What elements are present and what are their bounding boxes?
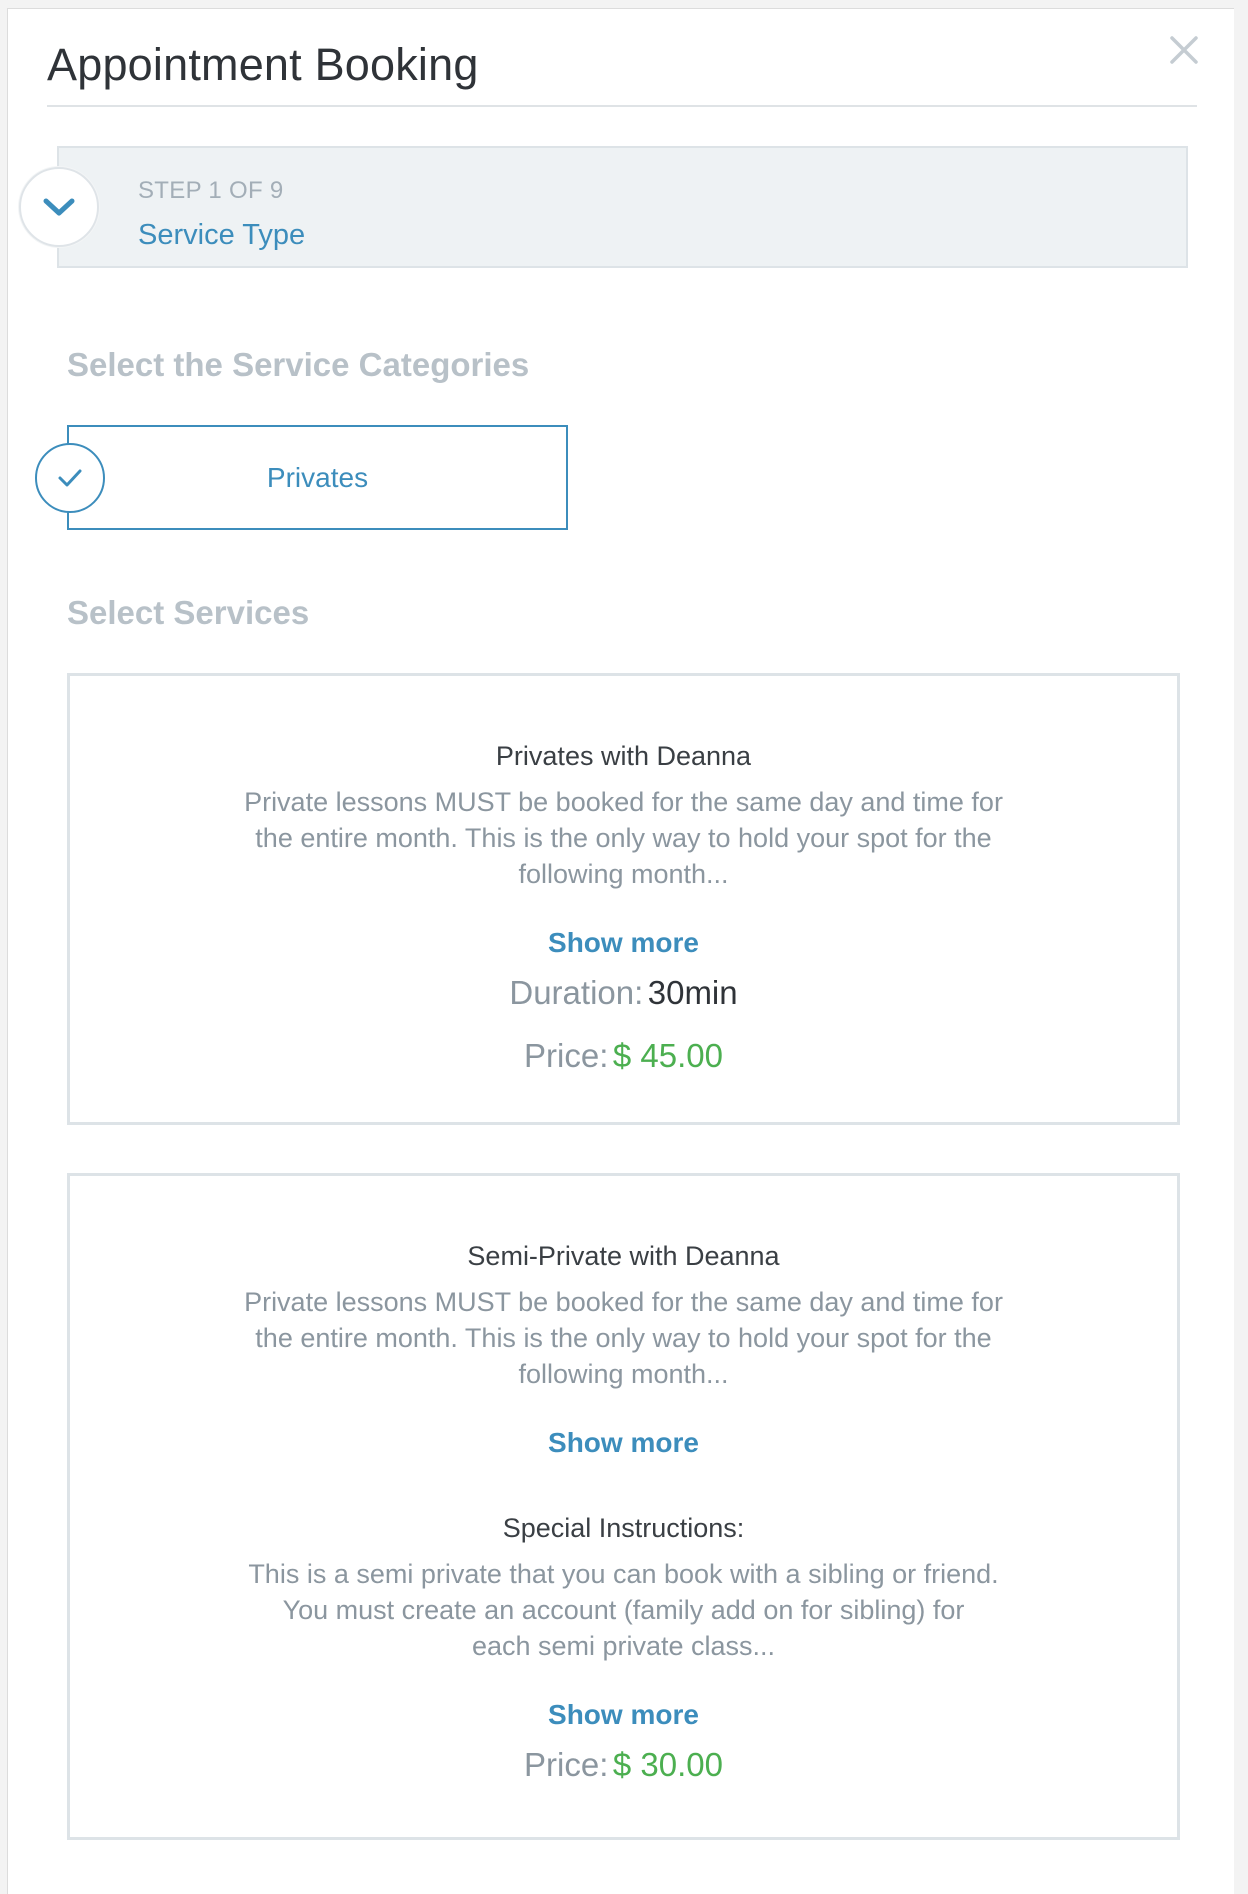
appointment-booking-modal: Appointment Booking STEP 1 OF 9 Service … xyxy=(7,8,1248,1894)
close-button[interactable] xyxy=(1163,29,1205,71)
special-instructions-label: Special Instructions: xyxy=(502,1513,745,1543)
modal-title: Appointment Booking xyxy=(47,39,479,90)
description-line: Private lessons MUST be booked for the s… xyxy=(244,1287,1003,1317)
price-label: Price: xyxy=(524,1037,609,1074)
header-divider xyxy=(47,105,1197,107)
category-privates[interactable]: Privates xyxy=(67,425,568,530)
duration-value: 30min xyxy=(647,974,738,1011)
chevron-down-icon xyxy=(43,198,75,216)
duration-label: Duration: xyxy=(509,974,644,1011)
service-categories-heading: Select the Service Categories xyxy=(67,346,530,383)
price-label: Price: xyxy=(524,1746,609,1783)
step-toggle-button[interactable] xyxy=(19,167,99,247)
check-icon xyxy=(58,469,82,487)
price-value: $ 30.00 xyxy=(612,1746,723,1783)
page-scrollbar[interactable] xyxy=(1234,8,1248,1894)
close-icon xyxy=(1170,36,1198,64)
price-value: $ 45.00 xyxy=(612,1037,723,1074)
description-line: following month... xyxy=(518,1359,729,1389)
step-count: STEP 1 OF 9 xyxy=(138,177,284,204)
special-instructions-text: This is a semi private that you can book… xyxy=(70,1556,1177,1664)
step-name: Service Type xyxy=(138,219,306,251)
description-line: Private lessons MUST be booked for the s… xyxy=(244,787,1003,817)
category-selected-indicator xyxy=(35,443,105,513)
service-card-semi-private[interactable]: Semi-Private with Deanna Private lessons… xyxy=(67,1173,1180,1840)
service-description: Private lessons MUST be booked for the s… xyxy=(70,784,1177,892)
service-description: Private lessons MUST be booked for the s… xyxy=(70,1284,1177,1392)
service-name: Semi-Private with Deanna xyxy=(467,1241,780,1271)
category-label: Privates xyxy=(266,461,369,493)
special-line: each semi private class... xyxy=(471,1631,776,1661)
show-more-link[interactable]: Show more xyxy=(548,1427,699,1458)
price-row: Price: $ 30.00 xyxy=(70,1746,1177,1784)
services-heading: Select Services xyxy=(67,594,310,631)
duration-row: Duration: 30min xyxy=(70,974,1177,1012)
service-card-privates[interactable]: Privates with Deanna Private lessons MUS… xyxy=(67,673,1180,1125)
special-line: This is a semi private that you can book… xyxy=(248,1559,999,1589)
special-line: You must create an account (family add o… xyxy=(282,1595,965,1625)
service-name: Privates with Deanna xyxy=(495,741,752,771)
description-line: the entire month. This is the only way t… xyxy=(255,823,992,853)
description-line: following month... xyxy=(518,859,729,889)
price-row: Price: $ 45.00 xyxy=(70,1037,1177,1075)
description-line: the entire month. This is the only way t… xyxy=(255,1323,992,1353)
special-show-more-link[interactable]: Show more xyxy=(548,1699,699,1730)
show-more-link[interactable]: Show more xyxy=(548,927,699,958)
